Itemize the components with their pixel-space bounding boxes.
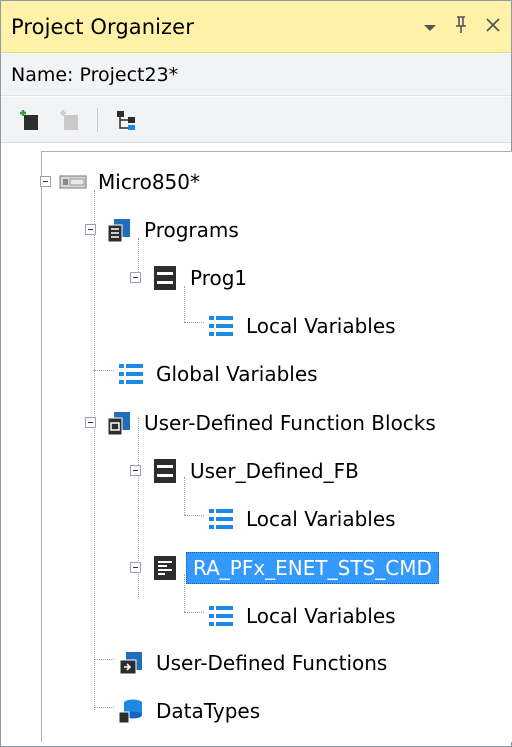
project-tree: Micro850* Programs Prog1 Local Variables… [40, 151, 512, 742]
pin-icon[interactable] [453, 15, 469, 40]
tree-item-label: Global Variables [156, 362, 318, 386]
tree-item-user-defined-functions[interactable]: User-Defined Functions [116, 646, 387, 680]
tree-item-label: User-Defined Function Blocks [144, 411, 436, 435]
tree-item-prog1[interactable]: Prog1 [150, 261, 247, 295]
add-item-button[interactable] [15, 106, 43, 134]
tree-item-label: User-Defined Functions [156, 651, 388, 675]
tree-item-label: DataTypes [156, 699, 261, 723]
tree-item-label: RA_PFx_ENET_STS_CMD [186, 552, 439, 584]
add-disabled-button[interactable] [55, 106, 83, 134]
program-icon [154, 266, 176, 290]
collapse-toggle[interactable] [130, 272, 141, 283]
panel-controls [423, 1, 501, 53]
tree-item-global-variables[interactable]: Global Variables [116, 357, 318, 391]
collapse-toggle[interactable] [85, 224, 96, 235]
project-name-value: Project23* [79, 63, 179, 86]
project-organizer-panel: Project Organizer Name: Project23* Micro… [0, 0, 512, 747]
programs-folder-icon [107, 219, 130, 243]
tree-item-label: User_Defined_FB [190, 459, 359, 483]
tree-item-label: Prog1 [190, 266, 248, 290]
collapse-toggle[interactable] [130, 562, 141, 573]
datatypes-icon [118, 699, 142, 724]
tree-item-local-variables[interactable]: Local Variables [206, 599, 396, 633]
tree-item-micro850[interactable]: Micro850* [58, 165, 200, 199]
tree-item-label: Programs [144, 218, 239, 242]
function-block-text-icon [154, 556, 176, 580]
tree-item-datatypes[interactable]: DataTypes [116, 694, 260, 728]
tree-item-label: Micro850* [98, 170, 201, 194]
close-icon[interactable] [485, 17, 501, 38]
function-blocks-folder-icon [107, 412, 130, 436]
dropdown-arrow-icon[interactable] [423, 17, 437, 38]
collapse-toggle[interactable] [40, 176, 51, 187]
functions-folder-icon [119, 652, 142, 675]
controller-icon [59, 175, 87, 189]
organizer-toolbar [1, 97, 511, 143]
tree-item-local-variables[interactable]: Local Variables [206, 502, 396, 536]
tree-item-label: Local Variables [246, 604, 396, 628]
variables-list-icon [119, 364, 143, 384]
tree-view-button[interactable] [112, 106, 140, 134]
tree-item-user-defined-fb[interactable]: User_Defined_FB [150, 454, 359, 488]
tree-item-user-defined-function-blocks[interactable]: User-Defined Function Blocks [104, 406, 436, 440]
variables-list-icon [209, 606, 233, 626]
variables-list-icon [209, 316, 233, 336]
panel-title: Project Organizer [11, 14, 194, 39]
toolbar-separator [97, 107, 98, 132]
tree-item-local-variables[interactable]: Local Variables [206, 309, 396, 343]
project-name-row: Name: Project23* [1, 54, 511, 96]
name-label: Name: [11, 63, 74, 86]
tree-item-label: Local Variables [246, 314, 396, 338]
collapse-toggle[interactable] [85, 417, 96, 428]
tree-item-programs[interactable]: Programs [104, 213, 239, 247]
collapse-toggle[interactable] [130, 465, 141, 476]
panel-title-bar: Project Organizer [1, 1, 511, 53]
tree-item-label: Local Variables [246, 507, 396, 531]
function-block-icon [154, 459, 176, 483]
variables-list-icon [209, 509, 233, 529]
tree-item-ra-pfx-enet-sts-cmd[interactable]: RA_PFx_ENET_STS_CMD [150, 551, 439, 585]
